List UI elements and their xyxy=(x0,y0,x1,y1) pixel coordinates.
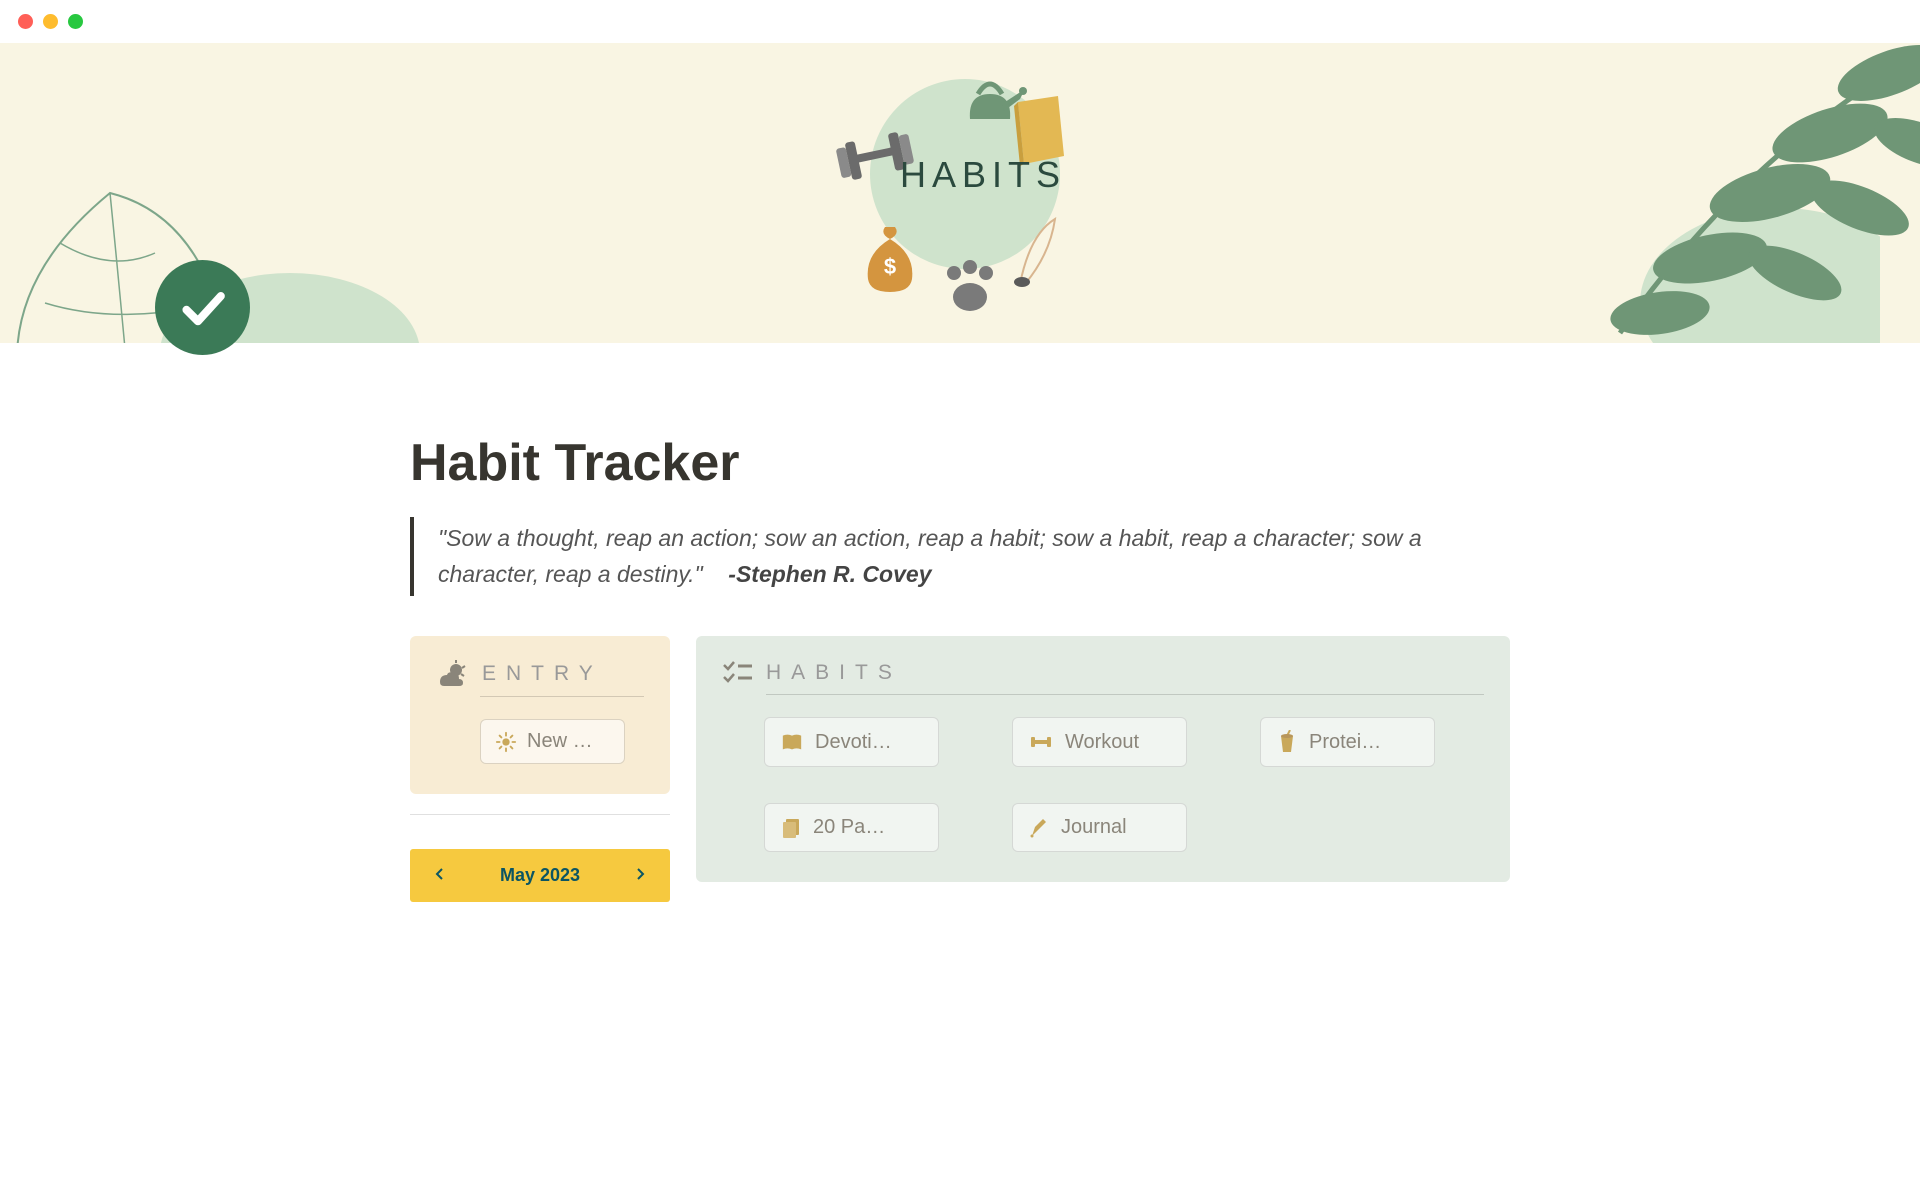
habits-badge: $ HABITS xyxy=(820,43,1100,319)
pen-icon xyxy=(1029,817,1049,839)
chevron-left-icon xyxy=(434,867,444,881)
cover-image: $ HABITS xyxy=(0,43,1920,343)
month-navigator: May 2023 xyxy=(410,849,670,902)
sun-icon xyxy=(495,731,517,753)
page-title[interactable]: Habit Tracker xyxy=(410,433,1510,493)
habit-chip-pages[interactable]: 20 Pa… xyxy=(764,803,939,852)
habit-label: Protei… xyxy=(1309,731,1381,754)
paw-icon xyxy=(940,259,1000,314)
habits-card: HABITS Devoti… Workout xyxy=(696,636,1510,882)
drink-icon xyxy=(1277,730,1297,754)
chevron-right-icon xyxy=(636,867,646,881)
branch-icon xyxy=(1540,43,1920,343)
svg-text:$: $ xyxy=(884,254,896,279)
new-entry-button[interactable]: New … xyxy=(480,719,625,764)
habit-chip-workout[interactable]: Workout xyxy=(1012,717,1187,767)
checkmark-icon xyxy=(175,280,230,335)
habit-label: Devoti… xyxy=(815,731,892,754)
entry-card: ENTRY New … xyxy=(410,636,670,794)
divider xyxy=(766,694,1484,695)
checklist-icon xyxy=(722,660,752,686)
habit-chip-journal[interactable]: Journal xyxy=(1012,803,1187,852)
new-entry-label: New … xyxy=(527,730,593,753)
book-open-icon xyxy=(781,732,803,752)
habit-label: Journal xyxy=(1061,816,1127,839)
divider xyxy=(480,696,644,697)
entry-heading: ENTRY xyxy=(482,662,603,686)
prev-month-button[interactable] xyxy=(428,861,450,890)
weather-icon xyxy=(436,660,468,688)
habit-chip-protein[interactable]: Protei… xyxy=(1260,717,1435,767)
quote-author: -Stephen R. Covey xyxy=(728,561,931,587)
quote-block[interactable]: "Sow a thought, reap an action; sow an a… xyxy=(410,517,1510,596)
pages-icon xyxy=(781,817,801,839)
page-icon-checkmark[interactable] xyxy=(155,260,250,355)
cover-badge-text: HABITS xyxy=(900,154,1066,196)
next-month-button[interactable] xyxy=(630,861,652,890)
dumbbell-icon xyxy=(1029,733,1053,751)
window-controls xyxy=(0,0,1920,43)
habit-label: 20 Pa… xyxy=(813,816,885,839)
window-close-button[interactable] xyxy=(18,14,33,29)
window-maximize-button[interactable] xyxy=(68,14,83,29)
habit-chip-devotion[interactable]: Devoti… xyxy=(764,717,939,767)
feather-icon xyxy=(1010,214,1065,289)
habits-heading: HABITS xyxy=(766,661,902,685)
money-bag-icon: $ xyxy=(860,224,920,294)
divider xyxy=(410,814,670,815)
habit-label: Workout xyxy=(1065,731,1139,754)
window-minimize-button[interactable] xyxy=(43,14,58,29)
month-label[interactable]: May 2023 xyxy=(500,865,580,886)
